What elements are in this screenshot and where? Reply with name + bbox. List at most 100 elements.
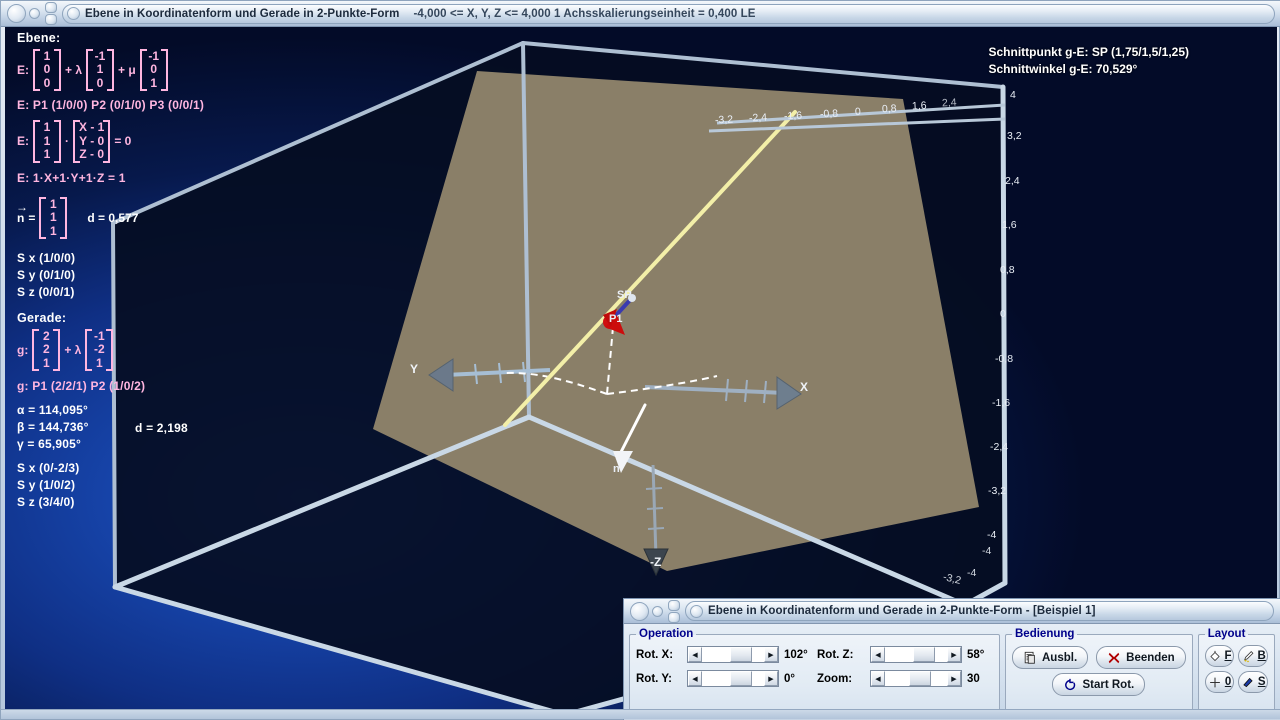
vec-cell: Z - 0	[79, 147, 104, 162]
vec-cell: 1	[42, 355, 50, 370]
minimize-button[interactable]	[29, 8, 40, 19]
document-icon	[1024, 651, 1035, 664]
rot-x-left-arrow-icon[interactable]: ◀	[688, 647, 702, 662]
dialog-window-controls[interactable]	[624, 598, 680, 624]
dialog-titlebar: Ebene in Koordinatenform und Gerade in 2…	[624, 599, 1280, 624]
window-subtitle: -4,000 <= X, Y, Z <= 4,000 1 Achsskalier…	[413, 7, 756, 20]
layout-b-label: B	[1257, 650, 1266, 662]
vec-cell: 1	[43, 49, 51, 63]
group-operation-legend: Operation	[639, 628, 694, 640]
rot-x-right-arrow-icon[interactable]: ▶	[764, 647, 778, 662]
results-overlay: Schnittpunkt g-E: SP (1,75/1,5/1,25) Sch…	[989, 45, 1190, 79]
vec-cell: Y - 0	[79, 133, 105, 148]
plane-parametric-equation: E: 1 0 0 + λ -1 1 0 + μ -1 0 1	[17, 49, 267, 92]
operation-row-2: Rot. Y: ◀ ▶ 0° Zoom: ◀ ▶ 30	[636, 670, 993, 687]
window-extra-buttons[interactable]	[45, 2, 57, 25]
beenden-button[interactable]: Beenden	[1096, 646, 1186, 669]
vec-cell: 0	[43, 62, 51, 77]
plane-point-vector: 1 0 0	[33, 49, 61, 92]
dialog-extra-buttons[interactable]	[668, 599, 680, 623]
dialog-maximize-button[interactable]	[668, 599, 680, 611]
right-tick-9: -3,2	[988, 485, 1007, 497]
application-root: Ebene in Koordinatenform und Gerade in 2…	[0, 0, 1280, 720]
rot-z-left-arrow-icon[interactable]: ◀	[871, 647, 885, 662]
crosshair-icon	[1209, 677, 1220, 687]
rot-y-right-arrow-icon[interactable]: ▶	[764, 671, 778, 686]
rot-z-slider[interactable]: ◀ ▶	[870, 646, 962, 663]
dialog-close-button[interactable]	[630, 601, 649, 621]
restore-button[interactable]	[45, 14, 57, 25]
app-icon	[67, 7, 80, 20]
rot-z-track[interactable]	[885, 647, 947, 662]
dialog-minimize-button[interactable]	[652, 605, 663, 617]
brush-icon	[1243, 650, 1253, 662]
bedienung-row-2: Start Rot.	[1012, 673, 1186, 696]
maximize-button[interactable]	[45, 2, 57, 13]
rot-z-right-arrow-icon[interactable]: ▶	[947, 647, 961, 662]
layout-f-button[interactable]: F	[1204, 645, 1235, 667]
zoom-slider[interactable]: ◀ ▶	[870, 670, 962, 687]
layout-s-button[interactable]: S	[1238, 671, 1268, 693]
vec-cell: 0	[43, 75, 51, 90]
rot-y-thumb[interactable]	[730, 671, 752, 686]
beenden-button-label: Beenden	[1126, 651, 1175, 664]
zoom-left-arrow-icon[interactable]: ◀	[871, 671, 885, 686]
layout-b-button[interactable]: B	[1238, 645, 1268, 667]
zoom-track[interactable]	[885, 671, 947, 686]
vec-cell: -1	[148, 49, 160, 63]
rot-z-thumb[interactable]	[913, 647, 935, 662]
vec-cell: 2	[42, 342, 50, 357]
top-tick-2: -1,6	[783, 109, 803, 123]
line-sz: S z (3/4/0)	[17, 495, 75, 510]
dialog-restore-button[interactable]	[668, 611, 680, 623]
rot-z-value: 58°	[967, 648, 985, 661]
rot-x-track[interactable]	[702, 647, 764, 662]
vec-cell: 1	[50, 210, 57, 225]
line-distance: d = 2,198	[135, 421, 188, 436]
top-tick-1: -2,4	[748, 111, 768, 125]
right-tick-0: 4	[1010, 89, 1016, 101]
line-point-vector: 2 2 1	[32, 328, 61, 372]
normal-vector-values: 1 1 1	[39, 196, 68, 240]
zoom-value: 30	[967, 672, 980, 685]
plane-direction-vector-1: -1 1 0	[86, 49, 115, 92]
dot-operator: ·	[65, 134, 69, 149]
ausbl-button-label: Ausbl.	[1042, 651, 1078, 664]
plane-direction-vector-2: -1 0 1	[139, 49, 168, 92]
zoom-right-arrow-icon[interactable]: ▶	[947, 671, 961, 686]
angle-gamma: γ = 65,905°	[17, 437, 82, 452]
line-parametric-equation: g: 2 2 1 + λ -1 -2 1	[17, 328, 267, 372]
close-button[interactable]	[7, 4, 26, 23]
plane-dir1-symbol: + λ	[65, 63, 83, 78]
rot-y-slider[interactable]: ◀ ▶	[687, 670, 779, 687]
vec-cell: 0	[96, 75, 104, 90]
window-title: Ebene in Koordinatenform und Gerade in 2…	[85, 7, 400, 20]
normal-vector-symbol: n	[16, 200, 29, 225]
plane-normal-prefix: E:	[17, 134, 29, 149]
start-rot-button[interactable]: Start Rot.	[1052, 673, 1146, 696]
vec-cell: 1	[43, 147, 51, 162]
layout-0-button[interactable]: 0	[1204, 671, 1235, 693]
rot-y-track[interactable]	[702, 671, 764, 686]
right-tick-2: 2,4	[1005, 175, 1020, 187]
group-bedienung-legend: Bedienung	[1015, 628, 1075, 640]
rotate-icon	[1065, 678, 1076, 690]
zoom-thumb[interactable]	[909, 671, 931, 686]
vec-cell: 1	[50, 223, 57, 238]
ausbl-button[interactable]: Ausbl.	[1012, 646, 1089, 669]
bottom-tick-1: -4	[967, 567, 977, 579]
line-direction-vector: -1 -2 1	[85, 328, 114, 372]
control-dialog[interactable]: Ebene in Koordinatenform und Gerade in 2…	[623, 598, 1280, 720]
rot-y-left-arrow-icon[interactable]: ◀	[688, 671, 702, 686]
start-rot-button-label: Start Rot.	[1082, 678, 1135, 691]
plane-distance: d = 0,577	[87, 210, 139, 225]
plane-sz: S z (0/0/1)	[17, 284, 75, 299]
top-tick-0: -3,2	[714, 113, 734, 127]
line-sx: S x (0/-2/3)	[17, 461, 80, 476]
group-layout: Layout F B 0 S	[1197, 628, 1275, 720]
window-controls[interactable]	[1, 1, 57, 27]
rot-x-slider[interactable]: ◀ ▶	[687, 646, 779, 663]
rot-x-thumb[interactable]	[730, 647, 752, 662]
vec-cell: 0	[150, 62, 158, 77]
main-titlebar: Ebene in Koordinatenform und Gerade in 2…	[1, 1, 1280, 27]
